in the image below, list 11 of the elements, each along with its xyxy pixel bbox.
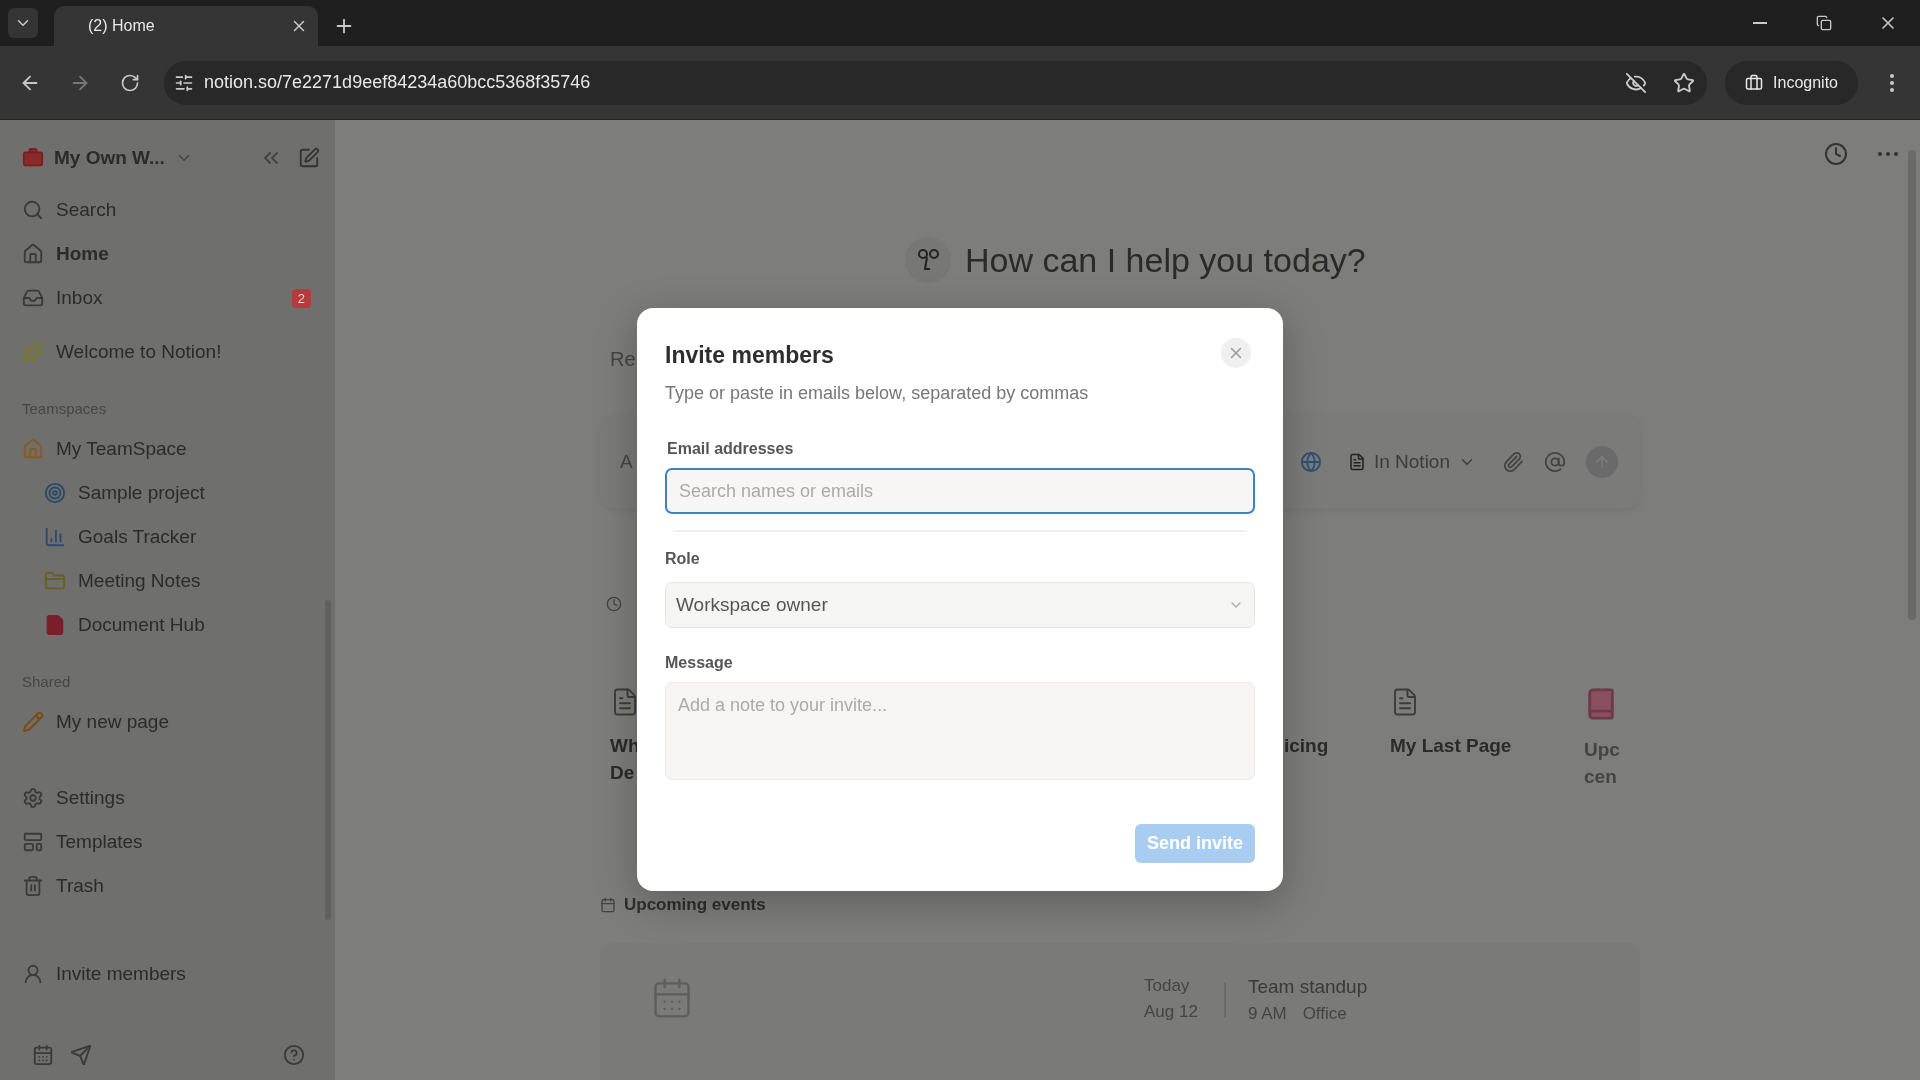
event-title: Team standup: [1247, 976, 1368, 998]
text-fragment: Re: [610, 348, 636, 371]
section-heading: Upcoming events: [624, 895, 766, 915]
field-label: Email addresses: [667, 440, 795, 458]
field-label: Role: [665, 550, 701, 568]
dialog-title: Invite members: [665, 342, 834, 369]
url-text: notion.so/7e2271d9eef84234a60bcc5368f35746: [204, 72, 592, 93]
page-title: How can I help you today?: [965, 240, 1366, 280]
dialog-subtitle: Type or paste in emails below, separated by commas: [665, 383, 1090, 404]
unread-count: 2: [291, 288, 311, 308]
field-label: Message: [665, 654, 734, 672]
